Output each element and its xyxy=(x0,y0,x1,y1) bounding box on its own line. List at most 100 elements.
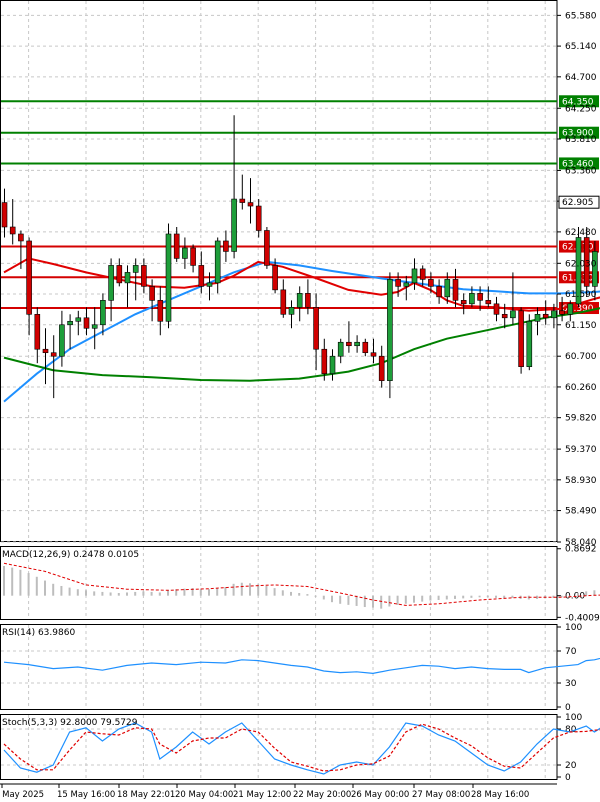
candle-body xyxy=(34,314,41,350)
stoch-tick-label: 100 xyxy=(565,713,582,723)
candle-body xyxy=(255,205,262,231)
time-tick-label: 4 May 2025 xyxy=(0,790,44,800)
time-tick-label: 20 May 04:00 xyxy=(175,790,233,800)
candle-body xyxy=(313,307,319,350)
time-tick-label: 27 May 08:00 xyxy=(412,790,470,800)
candle-body xyxy=(116,265,123,284)
candle-body xyxy=(247,202,254,207)
price-tick-label: 62.030 xyxy=(565,259,597,269)
rsi-tick-label: 0 xyxy=(565,703,571,713)
candle-body xyxy=(141,265,147,287)
candle-body xyxy=(272,265,278,291)
candle-body xyxy=(18,233,24,242)
candle-body xyxy=(485,300,492,305)
candle-body xyxy=(288,307,295,315)
candle-body xyxy=(387,279,393,381)
macd-tick-label: 0.8692 xyxy=(565,545,597,555)
candle-body xyxy=(264,230,270,266)
candle-body xyxy=(190,247,196,266)
candle-body xyxy=(362,341,369,354)
candle-body xyxy=(67,320,73,326)
candle-body xyxy=(165,233,172,322)
price-tick-label: 60.700 xyxy=(565,352,597,362)
candle-body xyxy=(182,247,188,259)
candle-body xyxy=(346,341,352,347)
candle-body xyxy=(444,279,451,298)
stoch-tick-label: 0 xyxy=(565,773,571,783)
price-tick-label: 64.250 xyxy=(565,104,597,114)
rsi-tick-label: 100 xyxy=(565,623,582,633)
candle-body xyxy=(1,202,8,228)
candle-body xyxy=(149,286,155,301)
price-tick-label: 59.370 xyxy=(565,445,597,455)
candle-body xyxy=(239,198,246,203)
candle-body xyxy=(354,341,360,347)
candle-body xyxy=(501,314,508,319)
candle-body xyxy=(305,293,311,308)
candle-body xyxy=(337,341,344,357)
candle-body xyxy=(567,303,574,315)
candle-body xyxy=(132,265,139,273)
candle-body xyxy=(493,303,500,315)
time-tick-label: 18 May 22:01 xyxy=(117,790,175,800)
macd-label: MACD(12,26,9) 0.2478 0.0105 xyxy=(2,550,139,560)
candle-body xyxy=(526,320,533,367)
time-tick-label: 26 May 00:00 xyxy=(351,790,409,800)
candle-body xyxy=(157,300,164,322)
candle-body xyxy=(296,293,303,308)
candle-body xyxy=(108,265,114,301)
candle-body xyxy=(510,310,516,319)
price-tick-label: 61.150 xyxy=(565,321,597,331)
candle-body xyxy=(428,279,434,287)
candle-body xyxy=(370,352,377,357)
time-tick-label: 21 May 12:00 xyxy=(233,790,291,800)
candle-body xyxy=(534,314,541,322)
candle-body xyxy=(403,282,410,287)
candle-body xyxy=(198,265,205,287)
candle-body xyxy=(83,317,90,329)
rsi-tick-label: 30 xyxy=(565,679,577,689)
candle-body xyxy=(75,317,82,322)
current-price-label: 62.905 xyxy=(562,198,594,208)
candle-body xyxy=(100,300,106,326)
candle-body xyxy=(173,233,180,259)
time-axis: 4 May 2025 15 May 16:0018 May 22:0120 May… xyxy=(0,783,557,800)
candle-body xyxy=(124,272,131,284)
price-tick-label: 62.480 xyxy=(565,228,597,238)
candle-body xyxy=(477,293,483,301)
price-tick-label: 63.810 xyxy=(565,135,597,145)
candle-body xyxy=(42,348,49,354)
candle-body xyxy=(329,355,336,374)
price-tick-label: 65.580 xyxy=(565,11,597,21)
candle-body xyxy=(26,240,32,315)
price-tick-label: 60.260 xyxy=(565,383,597,393)
candle-body xyxy=(91,324,98,329)
candle-body xyxy=(411,268,418,284)
candle-body xyxy=(559,310,565,315)
price-tick-label: 65.140 xyxy=(565,42,597,52)
price-tick-label: 61.590 xyxy=(565,290,597,300)
candle-body xyxy=(206,282,213,287)
candle-body xyxy=(419,268,426,280)
time-tick-label: 22 May 20:00 xyxy=(293,790,351,800)
candle-body xyxy=(452,279,459,301)
candle-body xyxy=(223,240,229,252)
candle-body xyxy=(280,289,287,315)
candle-body xyxy=(321,348,328,374)
candle-body xyxy=(395,279,401,287)
candle-body xyxy=(9,226,16,235)
rsi-label: RSI(14) 63.9860 xyxy=(2,628,75,638)
price-tick-label: 64.700 xyxy=(565,73,597,83)
candle-body xyxy=(231,198,237,252)
price-tick-label: 58.930 xyxy=(565,476,597,486)
candle-body xyxy=(460,300,467,305)
candle-body xyxy=(436,286,442,298)
trading-chart: 64.35063.90063.46062.27061.83061.390 65.… xyxy=(0,0,600,800)
candle-body xyxy=(50,352,57,357)
candle-body xyxy=(214,240,221,284)
stoch-label: Stoch(5,3,3) 92.8000 79.5729 xyxy=(2,718,138,728)
price-tick-label: 58.490 xyxy=(565,507,597,517)
rsi-tick-label: 70 xyxy=(565,647,577,657)
panel-frames xyxy=(0,0,558,780)
stoch-tick-label: 20 xyxy=(565,761,577,771)
